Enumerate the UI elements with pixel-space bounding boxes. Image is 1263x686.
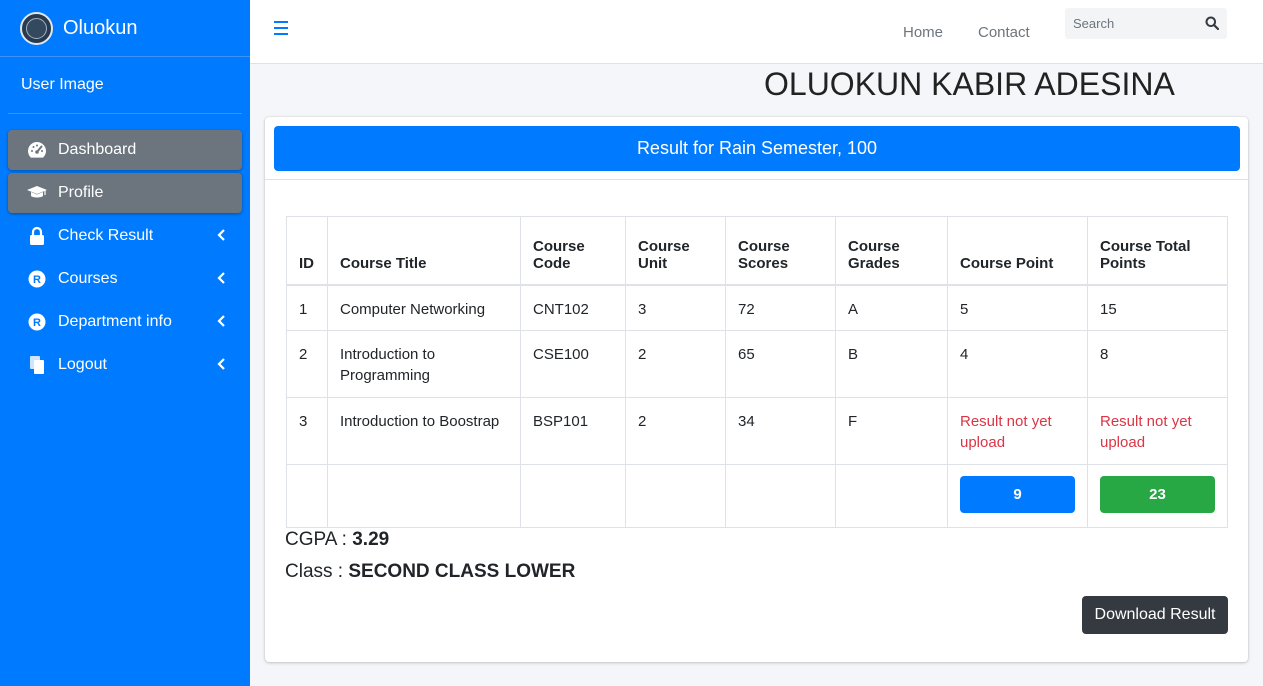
table-cell: 3 (625, 284, 726, 331)
user-panel[interactable]: User Image (8, 57, 242, 114)
table-cell: 15 (1087, 284, 1228, 331)
result-semester-header: Result for Rain Semester, 100 (274, 126, 1240, 171)
table-cell: 5 (947, 284, 1088, 331)
lock-icon (26, 225, 48, 247)
table-cell: CSE100 (520, 330, 626, 398)
sidebar-item-profile[interactable]: Profile (8, 173, 242, 213)
table-cell: Introduction to Programming (327, 330, 521, 398)
menu-toggle-icon[interactable] (274, 21, 288, 35)
search-input[interactable] (1065, 8, 1195, 39)
school-logo-icon (20, 11, 53, 45)
column-header: ID (286, 216, 328, 286)
column-header: Course Grades (835, 216, 948, 286)
student-name-title: OLUOKUN KABIR ADESINA (764, 66, 1175, 102)
table-cell (286, 464, 328, 528)
nav-link-contact[interactable]: Contact (978, 24, 1030, 41)
sidebar-item-label: Department info (58, 313, 172, 330)
table-cell: CNT102 (520, 284, 626, 331)
cgpa-value: 3.29 (352, 529, 390, 550)
column-header: Course Title (327, 216, 521, 286)
top-navbar: Home Contact (250, 0, 1263, 64)
result-table: ID Course Title Course Code Course Unit … (286, 216, 1228, 528)
sidebar-item-department-info[interactable]: R Department info (8, 302, 242, 342)
column-header: Course Point (947, 216, 1088, 286)
table-cell: 34 (725, 397, 836, 465)
table-cell: 8 (1087, 330, 1228, 398)
cgpa-line: CGPA : 3.29 (285, 529, 389, 551)
column-header: Course Total Points (1087, 216, 1228, 286)
class-value: SECOND CLASS LOWER (348, 561, 576, 582)
nav-link-home[interactable]: Home (903, 24, 943, 41)
navbar-search (1065, 8, 1227, 39)
table-cell: 3 (286, 397, 328, 465)
sidebar: Oluokun User Image Dashboard Profile Che… (0, 0, 250, 686)
table-cell (835, 464, 948, 528)
sidebar-item-label: Profile (58, 184, 104, 201)
table-cell: B (835, 330, 948, 398)
table-cell: 9 (947, 464, 1088, 528)
copy-icon (26, 354, 48, 376)
chevron-left-icon (217, 358, 225, 370)
result-pending-cell: Result not yet upload (947, 397, 1088, 465)
sidebar-item-check-result[interactable]: Check Result (8, 216, 242, 256)
column-header: Course Code (520, 216, 626, 286)
card-divider (265, 179, 1248, 180)
table-cell: A (835, 284, 948, 331)
table-cell: 65 (725, 330, 836, 398)
brand-name: Oluokun (63, 16, 138, 39)
column-header: Course Unit (625, 216, 726, 286)
table-cell: 1 (286, 284, 328, 331)
class-label: Class : (285, 561, 349, 582)
table-row: 1 Computer Networking CNT102 3 72 A 5 15 (286, 284, 1228, 331)
table-cell (327, 464, 521, 528)
table-cell: 2 (625, 397, 726, 465)
table-cell: 23 (1087, 464, 1228, 528)
user-image-label: User Image (21, 76, 104, 93)
table-cell (625, 464, 726, 528)
brand-link[interactable]: Oluokun (0, 0, 250, 57)
table-row: 3 Introduction to Boostrap BSP101 2 34 F… (286, 397, 1228, 465)
table-cell: Introduction to Boostrap (327, 397, 521, 465)
table-row: 2 Introduction to Programming CSE100 2 6… (286, 330, 1228, 398)
table-cell: 2 (286, 330, 328, 398)
total-units-button[interactable]: 9 (960, 476, 1075, 513)
cgpa-label: CGPA : (285, 529, 353, 550)
table-totals-row: 9 23 (286, 464, 1228, 528)
search-icon[interactable] (1205, 16, 1219, 30)
chevron-left-icon (217, 272, 225, 284)
registered-icon: R (26, 268, 48, 290)
sidebar-item-label: Check Result (58, 227, 154, 244)
result-pending-cell: Result not yet upload (1087, 397, 1228, 465)
table-cell: 2 (625, 330, 726, 398)
sidebar-nav: Dashboard Profile Check Result R Courses… (0, 114, 250, 385)
table-cell: Computer Networking (327, 284, 521, 331)
table-cell: 4 (947, 330, 1088, 398)
sidebar-item-logout[interactable]: Logout (8, 345, 242, 385)
tachometer-icon (26, 139, 48, 161)
sidebar-item-label: Courses (58, 270, 118, 287)
table-cell (725, 464, 836, 528)
table-cell: F (835, 397, 948, 465)
chevron-left-icon (217, 229, 225, 241)
registered-icon: R (26, 311, 48, 333)
table-cell (520, 464, 626, 528)
column-header: Course Scores (725, 216, 836, 286)
table-cell: BSP101 (520, 397, 626, 465)
total-points-button[interactable]: 23 (1100, 476, 1215, 513)
result-card: Result for Rain Semester, 100 ID Course … (265, 117, 1248, 662)
class-line: Class : SECOND CLASS LOWER (285, 561, 575, 583)
sidebar-item-label: Logout (58, 356, 107, 373)
download-result-button[interactable]: Download Result (1082, 596, 1228, 634)
sidebar-item-dashboard[interactable]: Dashboard (8, 130, 242, 170)
svg-text:R: R (33, 317, 41, 329)
table-cell: 72 (725, 284, 836, 331)
graduation-cap-icon (26, 182, 48, 204)
chevron-left-icon (217, 315, 225, 327)
sidebar-item-courses[interactable]: R Courses (8, 259, 242, 299)
svg-text:R: R (33, 274, 41, 286)
table-header-row: ID Course Title Course Code Course Unit … (286, 216, 1228, 286)
sidebar-item-label: Dashboard (58, 141, 137, 158)
